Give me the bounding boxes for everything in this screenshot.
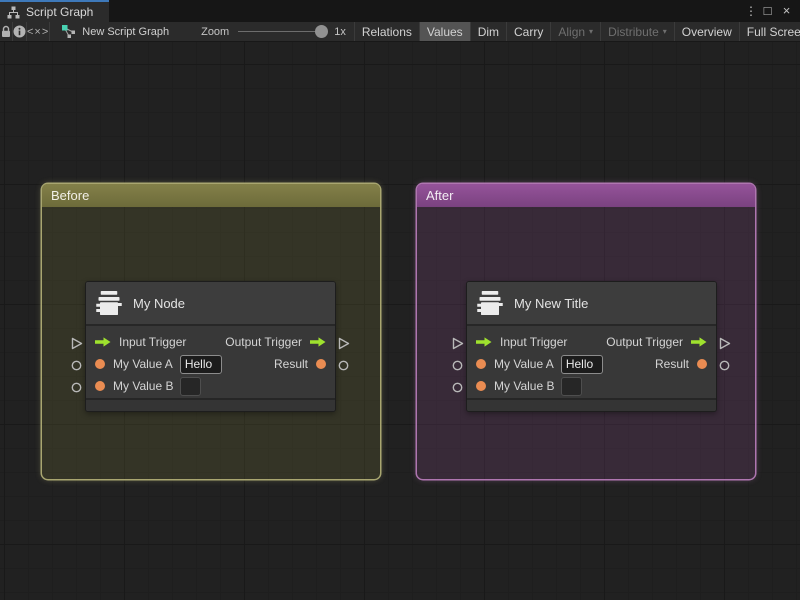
graph-toolbar: <×> New Script Graph Zoom 1x Relations V…	[0, 22, 800, 42]
group-before-label: Before	[51, 188, 90, 203]
zoom-value: 1x	[334, 25, 346, 38]
graph-name-label: New Script Graph	[82, 25, 170, 38]
result-port-icon	[697, 359, 707, 369]
unit-icon	[96, 291, 122, 315]
zoom-slider-knob[interactable]	[315, 25, 329, 38]
toolbar-buttons: Relations Values Dim Carry Align ▾ Distr…	[353, 22, 800, 41]
full-screen-button[interactable]: Full Screen	[738, 22, 800, 41]
result-label: Result	[273, 357, 308, 371]
value-b-label: My Value B	[113, 379, 174, 393]
overview-button[interactable]: Overview	[673, 22, 739, 41]
flow-output-port[interactable]	[719, 337, 731, 350]
node-port-rows: Input Trigger Output Trigger My Value A …	[86, 326, 335, 398]
value-a-label: My Value A	[113, 357, 173, 371]
value-a-row: My Value A Result	[86, 353, 335, 375]
node-footer	[86, 398, 335, 411]
value-port-icon	[476, 359, 486, 369]
node-my-node[interactable]: My Node Input Trigger Output Trigger My …	[85, 281, 336, 412]
value-b-row: My Value B	[86, 375, 335, 397]
result-port[interactable]	[338, 360, 349, 371]
code-icon: <×>	[27, 25, 50, 38]
tab-bar: Script Graph ⋮ □ ×	[0, 0, 800, 22]
flow-out-arrow-icon	[310, 337, 326, 347]
result-port-icon	[316, 359, 326, 369]
value-b-input[interactable]	[561, 376, 583, 396]
lock-button[interactable]	[0, 22, 13, 41]
node-port-rows: Input Trigger Output Trigger My Value A …	[467, 326, 716, 398]
value-b-label: My Value B	[494, 379, 555, 393]
node-title: My Node	[133, 295, 186, 311]
zoom-label: Zoom	[201, 25, 230, 38]
group-before-header[interactable]: Before	[42, 184, 380, 207]
value-port-icon	[476, 381, 486, 391]
distribute-dropdown[interactable]: Distribute ▾	[600, 22, 674, 41]
flow-out-arrow-icon	[691, 337, 707, 347]
node-my-new-title[interactable]: My New Title Input Trigger Output Trigge…	[466, 281, 717, 412]
values-button[interactable]: Values	[418, 22, 470, 41]
value-b-input[interactable]	[180, 376, 202, 396]
code-preview-button[interactable]: <×>	[27, 22, 51, 41]
input-trigger-label: Input Trigger	[119, 335, 187, 349]
dropdown-arrow-icon: ▾	[589, 26, 594, 36]
zoom-slider[interactable]	[238, 25, 329, 38]
script-graph-asset-icon	[62, 25, 76, 38]
tab-title: Script Graph	[26, 5, 94, 19]
result-port[interactable]	[719, 360, 730, 371]
node-my-new-title-header[interactable]: My New Title	[467, 282, 716, 326]
value-port-icon	[95, 359, 105, 369]
trigger-row: Input Trigger Output Trigger	[467, 331, 716, 353]
flow-in-arrow-icon	[476, 337, 492, 347]
relations-button[interactable]: Relations	[353, 22, 419, 41]
node-my-node-header[interactable]: My Node	[86, 282, 335, 326]
trigger-row: Input Trigger Output Trigger	[86, 331, 335, 353]
value-b-port[interactable]	[71, 382, 82, 393]
graph-asset-button[interactable]: New Script Graph	[50, 22, 179, 41]
output-trigger-label: Output Trigger	[606, 335, 683, 349]
align-dropdown[interactable]: Align ▾	[550, 22, 600, 41]
value-b-row: My Value B	[467, 375, 716, 397]
value-a-input[interactable]	[560, 354, 603, 374]
close-icon[interactable]: ×	[778, 0, 795, 22]
inspector-button[interactable]	[13, 22, 27, 41]
graph-canvas[interactable]: Before After My Node Input Trigger Outpu…	[0, 42, 800, 600]
unit-icon	[477, 291, 503, 315]
result-label: Result	[654, 357, 689, 371]
script-graph-window: Script Graph ⋮ □ × <×> New Script Graph …	[0, 0, 800, 600]
value-a-label: My Value A	[494, 357, 554, 371]
input-trigger-label: Input Trigger	[500, 335, 568, 349]
group-after-label: After	[426, 188, 454, 203]
flow-input-port[interactable]	[452, 337, 464, 350]
node-footer	[467, 398, 716, 411]
flow-input-port[interactable]	[71, 337, 83, 350]
dim-button[interactable]: Dim	[469, 22, 506, 41]
value-a-input[interactable]	[179, 354, 222, 374]
value-a-port[interactable]	[452, 360, 463, 371]
flow-in-arrow-icon	[95, 337, 111, 347]
carry-button[interactable]: Carry	[506, 22, 550, 41]
dropdown-arrow-icon: ▾	[662, 26, 667, 36]
graph-hierarchy-icon	[7, 6, 20, 18]
window-controls: ⋮ □ ×	[745, 0, 800, 22]
tab-script-graph[interactable]: Script Graph	[0, 0, 110, 22]
maximize-icon[interactable]: □	[759, 0, 776, 22]
info-icon	[13, 25, 26, 38]
zoom-control: Zoom 1x	[201, 22, 346, 41]
output-trigger-label: Output Trigger	[225, 335, 302, 349]
value-b-port[interactable]	[452, 382, 463, 393]
node-title: My New Title	[514, 295, 589, 311]
value-a-port[interactable]	[71, 360, 82, 371]
value-a-row: My Value A Result	[467, 353, 716, 375]
lock-icon	[2, 25, 10, 37]
value-port-icon	[95, 381, 105, 391]
flow-output-port[interactable]	[338, 337, 350, 350]
window-menu-icon[interactable]: ⋮	[745, 0, 757, 22]
group-after-header[interactable]: After	[417, 184, 755, 207]
